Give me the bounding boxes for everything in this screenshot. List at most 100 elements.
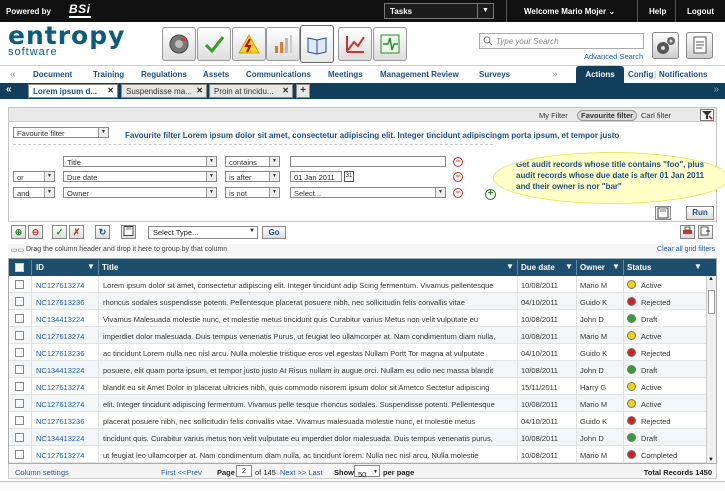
filter-field-select[interactable]: Due date ▼ bbox=[63, 171, 217, 182]
row-checkbox[interactable] bbox=[15, 348, 24, 357]
table-row[interactable]: NC134413224 tincidunt quis. Curabitur va… bbox=[9, 429, 706, 446]
record-id-link[interactable]: NC127613274 bbox=[36, 281, 84, 290]
filter-icon[interactable]: ▼ bbox=[612, 262, 620, 271]
filter-value-input[interactable] bbox=[290, 156, 446, 167]
vertical-scrollbar[interactable]: ▲ ▼ bbox=[706, 276, 716, 463]
nav-management-review[interactable]: Management Review bbox=[380, 70, 459, 79]
filter-icon[interactable]: ▼ bbox=[506, 262, 514, 271]
gauge-icon[interactable] bbox=[162, 27, 196, 61]
date-input[interactable]: 01 Jan 2011 bbox=[290, 171, 342, 182]
column-due-date[interactable]: Due date bbox=[521, 263, 555, 272]
nav-notifications[interactable]: Notifications bbox=[659, 70, 707, 79]
select-all-checkbox[interactable] bbox=[15, 263, 24, 272]
record-id-link[interactable]: NC134413224 bbox=[36, 434, 84, 443]
welcome-user[interactable]: Welcome Mario Mojer ⌄ bbox=[524, 7, 615, 16]
nav-meetings[interactable]: Meetings bbox=[328, 70, 363, 79]
help-button[interactable]: Help bbox=[649, 7, 666, 16]
table-row[interactable]: NC127613236 ac tincidunt Lorem nulla nec… bbox=[9, 344, 706, 361]
approve-icon[interactable]: ✓ bbox=[52, 225, 67, 239]
owner-select[interactable]: Select... ▼ bbox=[290, 187, 446, 198]
record-id-link[interactable]: NC127613274 bbox=[36, 383, 84, 392]
scroll-thumb[interactable] bbox=[708, 290, 715, 314]
record-id-link[interactable]: NC127613274 bbox=[36, 451, 84, 460]
row-checkbox[interactable] bbox=[15, 331, 24, 340]
table-row[interactable]: NC127613274 imperdiet dolor malesuada. D… bbox=[9, 327, 706, 344]
table-row[interactable]: NC127613274 ut feugiat leo ullamcorper a… bbox=[9, 446, 706, 463]
filter-operator-select[interactable]: is after ▼ bbox=[225, 171, 280, 182]
table-row[interactable]: NC127613236 rhoncus sodales suspendisse … bbox=[9, 293, 706, 310]
column-owner[interactable]: Owner bbox=[580, 263, 605, 272]
gear-icon[interactable] bbox=[652, 32, 679, 59]
scroll-down-icon[interactable]: ▼ bbox=[708, 457, 714, 463]
type-select[interactable]: Select Type... ▼ bbox=[148, 226, 258, 239]
favourite-filter-select[interactable]: Favourite filter ▼ bbox=[13, 127, 109, 138]
filter-field-select[interactable]: Owner ▼ bbox=[63, 187, 217, 198]
my-filter-tab[interactable]: My Filter bbox=[539, 111, 568, 120]
nav-actions[interactable]: Actions bbox=[576, 66, 624, 84]
add-tab-button[interactable]: + bbox=[296, 84, 310, 98]
row-checkbox[interactable] bbox=[15, 365, 24, 374]
filter-conjunction-select[interactable]: and ▼ bbox=[13, 187, 55, 198]
table-row[interactable]: NC127613274 Lorem ipsum dolor sit amet, … bbox=[9, 276, 706, 293]
next-last-link[interactable]: Next >> Last bbox=[280, 468, 323, 477]
chevron-right-icon[interactable]: » bbox=[713, 84, 719, 95]
column-settings-link[interactable]: Column settings bbox=[15, 468, 69, 477]
tab-3[interactable]: Proin at tincidu... ✕ bbox=[209, 84, 293, 98]
filter-operator-select[interactable]: contains ▼ bbox=[225, 156, 280, 167]
add-icon[interactable]: ⊕ bbox=[11, 225, 26, 239]
filter-icon[interactable]: ▼ bbox=[694, 262, 702, 271]
tab-2[interactable]: Suspendisse ma... ✕ bbox=[121, 84, 207, 98]
chevron-left-icon[interactable]: « bbox=[6, 84, 12, 95]
record-id-link[interactable]: NC134413224 bbox=[36, 366, 84, 375]
nav-surveys[interactable]: Surveys bbox=[479, 70, 510, 79]
print-icon[interactable] bbox=[680, 225, 695, 239]
row-checkbox[interactable] bbox=[15, 450, 24, 459]
export-icon[interactable] bbox=[698, 225, 713, 239]
filter-field-select[interactable]: Title ▼ bbox=[63, 156, 217, 167]
nav-communications[interactable]: Communications bbox=[246, 70, 311, 79]
row-checkbox[interactable] bbox=[15, 297, 24, 306]
warning-icon[interactable] bbox=[232, 27, 266, 61]
table-row[interactable]: NC134413224 posuere, elit quam porta ips… bbox=[9, 361, 706, 378]
remove-icon[interactable]: ⊖ bbox=[28, 225, 43, 239]
row-checkbox[interactable] bbox=[15, 314, 24, 323]
nav-assets[interactable]: Assets bbox=[203, 70, 229, 79]
row-checkbox[interactable] bbox=[15, 433, 24, 442]
carl-filter-tab[interactable]: Carl filter bbox=[641, 111, 671, 120]
row-checkbox[interactable] bbox=[15, 399, 24, 408]
advanced-search-link[interactable]: Advanced Search bbox=[584, 52, 643, 61]
remove-condition-icon[interactable]: − bbox=[453, 188, 463, 198]
record-id-link[interactable]: NC127613274 bbox=[36, 332, 84, 341]
save-icon[interactable] bbox=[121, 225, 136, 239]
nav-config[interactable]: Config bbox=[628, 70, 653, 79]
record-id-link[interactable]: NC127613236 bbox=[36, 349, 84, 358]
page-input[interactable]: 2 bbox=[236, 465, 252, 477]
calendar-icon[interactable]: 31 bbox=[344, 171, 354, 182]
chevron-right-icon[interactable]: » bbox=[552, 69, 558, 80]
row-checkbox[interactable] bbox=[15, 416, 24, 425]
filter-icon[interactable] bbox=[700, 109, 714, 121]
book-icon[interactable] bbox=[300, 25, 334, 63]
scroll-up-icon[interactable]: ▲ bbox=[708, 276, 714, 282]
close-icon[interactable]: ✕ bbox=[107, 86, 114, 95]
filter-icon[interactable]: ▼ bbox=[565, 262, 573, 271]
chevron-left-icon[interactable]: « bbox=[10, 69, 16, 80]
remove-condition-icon[interactable]: − bbox=[453, 157, 463, 167]
row-checkbox[interactable] bbox=[15, 280, 24, 289]
filter-conjunction-select[interactable]: or ▼ bbox=[13, 171, 55, 182]
table-row[interactable]: NC134413224 Vivamus Malesuada molestie n… bbox=[9, 310, 706, 327]
filter-operator-select[interactable]: is not ▼ bbox=[225, 187, 280, 198]
nav-document[interactable]: Document bbox=[33, 70, 72, 79]
close-icon[interactable]: ✕ bbox=[282, 86, 289, 95]
column-status[interactable]: Status bbox=[627, 263, 651, 272]
trend-chart-icon[interactable] bbox=[338, 27, 372, 61]
column-id[interactable]: ID bbox=[36, 263, 44, 272]
remove-condition-icon[interactable]: − bbox=[453, 172, 463, 182]
table-row[interactable]: NC127613274 blandit eu sit Amet Dolor in… bbox=[9, 378, 706, 395]
nav-regulations[interactable]: Regulations bbox=[141, 70, 187, 79]
entropy-logo[interactable]: entropy software bbox=[8, 23, 125, 58]
nav-training[interactable]: Training bbox=[93, 70, 124, 79]
table-row[interactable]: NC127613274 elit. Integer tincidunt adip… bbox=[9, 395, 706, 412]
column-title[interactable]: Title bbox=[102, 263, 118, 272]
record-id-link[interactable]: NC127613236 bbox=[36, 298, 84, 307]
